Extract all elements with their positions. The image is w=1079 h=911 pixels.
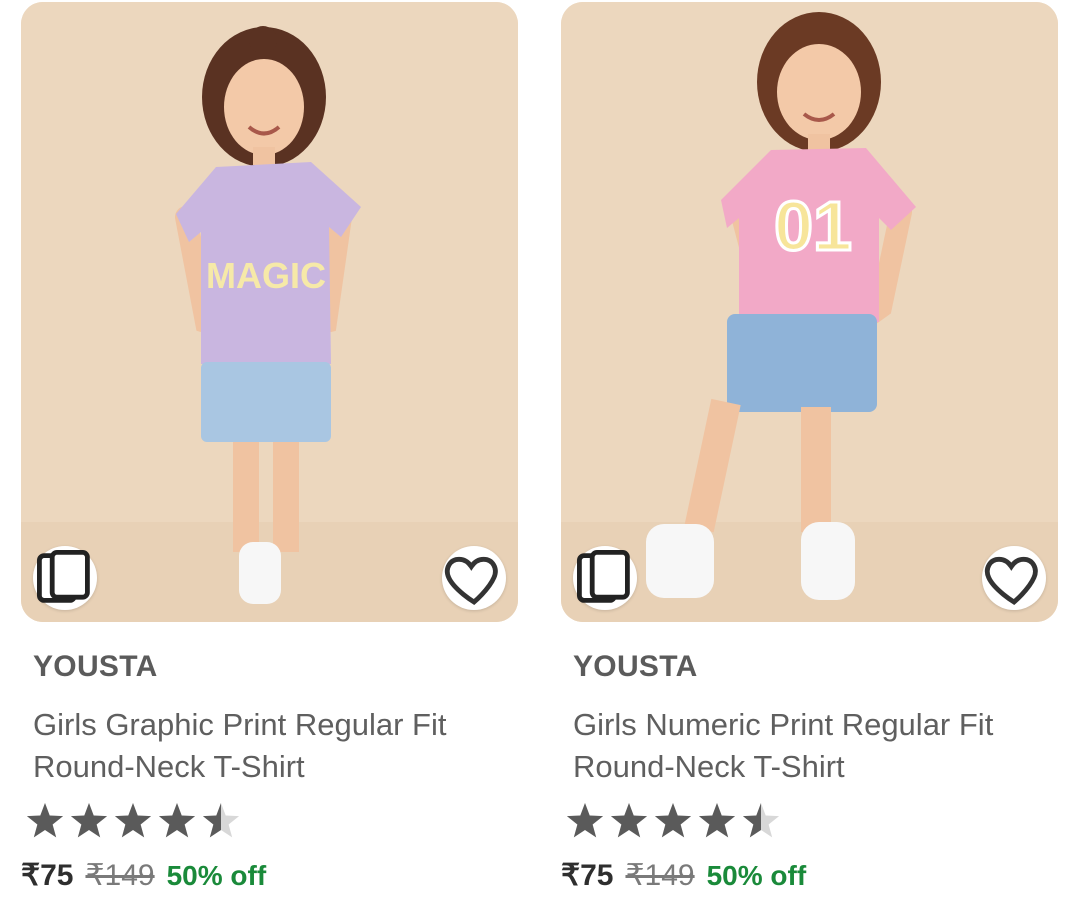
- star-icon: [610, 803, 648, 838]
- brand-name: YOUSTA: [573, 650, 698, 683]
- original-price: ₹149: [85, 859, 155, 892]
- product-photo-illustration: 01: [561, 2, 1058, 622]
- star-icon: [654, 803, 692, 838]
- star-icon: [26, 803, 64, 838]
- product-card[interactable]: MAGIC YOUSTA Girls Graphic Print Regular…: [21, 0, 518, 911]
- star-icon: [158, 803, 196, 838]
- star-icon: [70, 803, 108, 838]
- product-title[interactable]: Girls Numeric Print Regular Fit Round-Ne…: [573, 704, 1053, 788]
- wishlist-button[interactable]: [982, 546, 1046, 610]
- product-card[interactable]: 01 YOUSTA Girls Numeric Print Regular Fi…: [561, 0, 1058, 911]
- view-similar-button[interactable]: [33, 546, 97, 610]
- selling-price: ₹75: [561, 859, 614, 892]
- cards-icon: [37, 550, 90, 603]
- heart-outline-icon: [984, 556, 1038, 605]
- star-icon: [698, 803, 736, 838]
- cards-icon: [577, 550, 630, 603]
- heart-outline-icon: [444, 556, 498, 605]
- discount-label: 50% off: [166, 860, 267, 891]
- tshirt-print-text: 01: [774, 187, 852, 265]
- selling-price: ₹75: [21, 859, 74, 892]
- price-row: ₹75 ₹149 50% off: [21, 858, 266, 902]
- product-grid: MAGIC YOUSTA Girls Graphic Print Regular…: [0, 0, 1079, 911]
- product-image[interactable]: 01: [561, 2, 1058, 622]
- wishlist-button[interactable]: [442, 546, 506, 610]
- star-icon: [114, 803, 152, 838]
- discount-label: 50% off: [706, 860, 807, 891]
- product-image[interactable]: MAGIC: [21, 2, 518, 622]
- brand-name: YOUSTA: [33, 650, 158, 683]
- price-row: ₹75 ₹149 50% off: [561, 858, 806, 902]
- star-rating: [566, 803, 780, 838]
- view-similar-button[interactable]: [573, 546, 637, 610]
- tshirt-print-text: MAGIC: [206, 255, 326, 296]
- product-title[interactable]: Girls Graphic Print Regular Fit Round-Ne…: [33, 704, 513, 788]
- star-icon: [566, 803, 604, 838]
- original-price: ₹149: [625, 859, 695, 892]
- product-photo-illustration: MAGIC: [21, 2, 518, 622]
- star-rating: [26, 803, 240, 838]
